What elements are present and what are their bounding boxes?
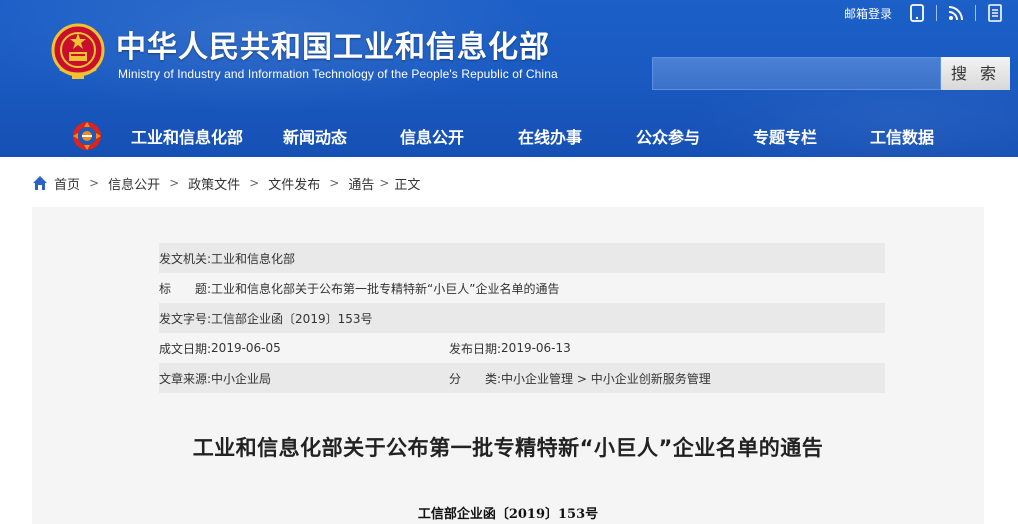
- nav-item-online-services[interactable]: 在线办事: [518, 124, 582, 148]
- meta-label: 标 题:: [159, 281, 212, 296]
- top-links: 邮箱登录: [844, 2, 1006, 24]
- meta-value-title: 工业和信息化部关于公布第一批专精特新“小巨人”企业名单的通告: [211, 281, 560, 296]
- national-emblem-icon[interactable]: [50, 23, 106, 81]
- rss-icon[interactable]: [945, 2, 967, 24]
- breadcrumb-current: 正文: [394, 177, 421, 193]
- breadcrumb-separator: >: [169, 176, 180, 190]
- nav-item-news[interactable]: 新闻动态: [283, 124, 347, 148]
- meta-cell-created: 成文日期: 2019-06-05: [159, 340, 449, 357]
- site-title: 中华人民共和国工业和信息化部: [116, 30, 550, 65]
- meta-label: 发文机关:: [159, 251, 212, 266]
- nav-item-public-participation[interactable]: 公众参与: [636, 124, 700, 148]
- breadcrumb-policy-docs[interactable]: 政策文件: [188, 174, 240, 193]
- breadcrumb-notice[interactable]: 通告: [348, 174, 374, 193]
- document-number: 工信部企业函〔2019〕153号: [417, 507, 599, 522]
- meta-label: 分 类:: [449, 371, 502, 386]
- breadcrumb-separator: >: [379, 176, 390, 190]
- mobile-icon[interactable]: [906, 2, 928, 24]
- main-nav: 工业和信息化部 新闻动态 信息公开 在线办事 公众参与 专题专栏 工信数据: [0, 115, 1018, 157]
- document-meta-table: 发文机关: 工业和信息化部 标 题: 工业和信息化部关于公布第一批专精特新“小巨…: [159, 243, 885, 393]
- article-container: 发文机关: 工业和信息化部 标 题: 工业和信息化部关于公布第一批专精特新“小巨…: [32, 207, 984, 524]
- meta-row-dates: 成文日期: 2019-06-05 发布日期: 2019-06-13: [159, 333, 885, 363]
- meta-label: 发文字号:: [159, 311, 212, 326]
- divider: [936, 5, 937, 21]
- meta-row-issuer: 发文机关: 工业和信息化部: [159, 243, 885, 273]
- search-button[interactable]: 搜 索: [941, 57, 1010, 90]
- divider: [975, 5, 976, 21]
- meta-label: 文章来源:: [159, 371, 212, 386]
- meta-cell-source: 文章来源: 中小企业局: [159, 370, 449, 387]
- meta-value-published: 2019-06-13: [501, 341, 571, 355]
- breadcrumb-doc-release[interactable]: 文件发布: [268, 174, 320, 193]
- meta-cell-published: 发布日期: 2019-06-13: [449, 340, 571, 357]
- meta-value-created: 2019-06-05: [211, 341, 281, 355]
- meta-value-doc-number: 工信部企业函〔2019〕153号: [211, 311, 373, 326]
- meta-label: 发布日期:: [449, 341, 502, 356]
- weibo-icon[interactable]: [984, 2, 1006, 24]
- meta-value-source: 中小企业局: [211, 371, 272, 386]
- meta-value-issuer: 工业和信息化部: [211, 251, 296, 266]
- home-icon[interactable]: [32, 175, 48, 191]
- nav-item-miit[interactable]: 工业和信息化部: [131, 124, 243, 148]
- breadcrumb: 首页 > 信息公开 > 政策文件 > 文件发布 > 通告 > 正文: [32, 173, 420, 193]
- site-header: 中华人民共和国工业和信息化部 Ministry of Industry and …: [0, 0, 1018, 157]
- breadcrumb-separator: >: [89, 176, 100, 190]
- meta-row-title: 标 题: 工业和信息化部关于公布第一批专精特新“小巨人”企业名单的通告: [159, 273, 885, 303]
- nav-item-data[interactable]: 工信数据: [870, 124, 934, 148]
- nav-item-info-disclosure[interactable]: 信息公开: [400, 124, 464, 148]
- breadcrumb-info-disclosure[interactable]: 信息公开: [108, 174, 160, 193]
- document-title: 工业和信息化部关于公布第一批专精特新“小巨人”企业名单的通告: [192, 436, 824, 460]
- miit-logo-icon[interactable]: [70, 119, 104, 153]
- meta-row-source: 文章来源: 中小企业局 分 类: 中小企业管理 > 中小企业创新服务管理: [159, 363, 885, 393]
- meta-label: 成文日期:: [159, 341, 212, 356]
- meta-value-category: 中小企业管理 > 中小企业创新服务管理: [501, 371, 711, 386]
- meta-row-doc-number: 发文字号: 工信部企业函〔2019〕153号: [159, 303, 885, 333]
- nav-item-special-topics[interactable]: 专题专栏: [753, 124, 817, 148]
- breadcrumb-home[interactable]: 首页: [54, 174, 80, 193]
- search-input[interactable]: [652, 57, 941, 90]
- breadcrumb-separator: >: [329, 176, 340, 190]
- breadcrumb-separator: >: [249, 176, 260, 190]
- mail-login-link[interactable]: 邮箱登录: [844, 5, 892, 22]
- site-subtitle: Ministry of Industry and Information Tec…: [118, 67, 558, 81]
- meta-cell-category: 分 类: 中小企业管理 > 中小企业创新服务管理: [449, 370, 711, 387]
